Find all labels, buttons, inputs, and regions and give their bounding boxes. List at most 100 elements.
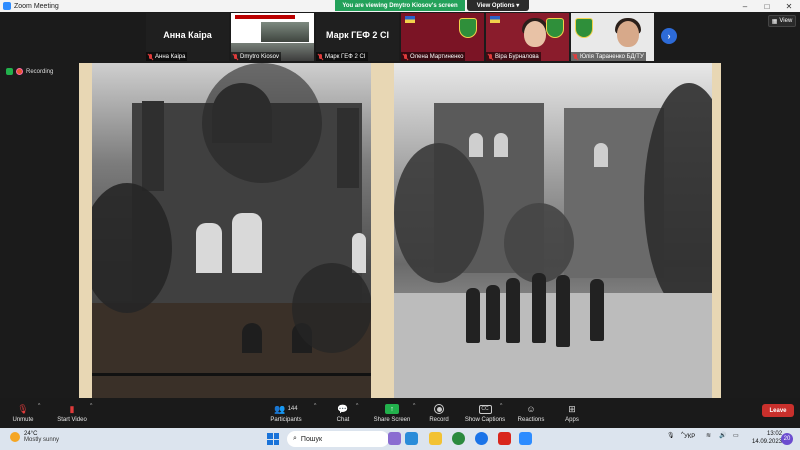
share-screen-button[interactable]: ↑ Share Screen [372, 398, 412, 428]
grid-icon: ▦ [771, 18, 778, 25]
apps-button[interactable]: ⊞ Apps [560, 398, 584, 428]
zoom-taskbar-icon[interactable] [519, 432, 532, 445]
reactions-button[interactable]: ☺ Reactions [514, 398, 548, 428]
recording-label: Recording [26, 68, 54, 75]
participant-label: Віра Бурналова [486, 52, 541, 61]
next-page-arrow-icon[interactable]: › [661, 28, 677, 44]
share-caret-icon[interactable]: ^ [413, 403, 415, 409]
taskbar-clock[interactable]: 13:02 14.09.2023 [752, 430, 782, 446]
apps-icon: ⊞ [568, 403, 576, 414]
participant-tile[interactable]: Dmytro Kiosov [231, 13, 314, 61]
shared-photo-soldiers-street [394, 63, 712, 398]
view-button[interactable]: ▦ View [768, 15, 796, 27]
unmute-button[interactable]: 🎙 Unmute [8, 398, 38, 428]
share-screen-icon: ↑ [385, 404, 399, 414]
recording-indicator[interactable]: Recording [6, 68, 53, 75]
window-title: Zoom Meeting [14, 2, 59, 10]
view-options-button[interactable]: View Options ▾ [467, 0, 529, 11]
participant-big-name: Марк ГЕФ 2 СІ [326, 30, 389, 40]
unmute-label: Unmute [12, 417, 34, 423]
weather-condition: Mostly sunny [24, 437, 60, 443]
participants-caret-icon[interactable]: ^ [314, 403, 316, 409]
participant-label: Анна Каіра [146, 52, 188, 61]
chrome-icon[interactable] [452, 432, 465, 445]
captions-caret-icon[interactable]: ^ [500, 403, 502, 409]
participant-label: Dmytro Kiosov [231, 52, 282, 61]
participant-tile[interactable]: Анна Каіра Анна Каіра [146, 13, 229, 61]
viewing-screen-banner: You are viewing Dmytro Kiosov's screen [335, 0, 465, 11]
participant-tile[interactable]: Олена Мартиненко [401, 13, 484, 61]
participant-strip: Анна Каіра Анна Каіра Dmytro Kiosov Марк… [146, 13, 656, 61]
emblem-icon [459, 18, 477, 38]
edge-icon[interactable] [405, 432, 418, 445]
time: 13:02 [767, 431, 783, 437]
mic-muted-icon [318, 53, 323, 60]
audio-options-caret-icon[interactable]: ^ [38, 403, 40, 409]
language-indicator[interactable]: УКР [684, 434, 695, 440]
microphone-muted-icon: 🎙 [17, 403, 29, 414]
captions-icon: CC [478, 404, 492, 414]
video-options-caret-icon[interactable]: ^ [90, 403, 92, 409]
person-face [617, 21, 639, 47]
search-icon: ⌕ [293, 435, 297, 442]
participant-label: Олена Мартиненко [401, 52, 466, 61]
emblem-icon [546, 18, 564, 38]
security-shield-icon [6, 68, 13, 75]
mic-muted-icon [573, 53, 578, 60]
participants-count: 144 [287, 406, 298, 412]
flag-icon [490, 16, 500, 23]
record-button[interactable]: Record [426, 398, 452, 428]
record-icon [434, 404, 444, 414]
shared-photo-church-ruins [92, 63, 371, 398]
windows-taskbar: 24°C Mostly sunny ⌕ Пошук 🎙 ^ УКР ≋ 🔊 ▭ … [0, 428, 800, 450]
sun-icon [10, 432, 20, 442]
battery-icon[interactable]: ▭ [733, 432, 739, 439]
app-icon[interactable] [388, 432, 401, 445]
file-explorer-icon[interactable] [429, 432, 442, 445]
participant-name: Юлія Тараненко БД/ТУ [580, 53, 644, 60]
view-button-label: View [779, 18, 793, 24]
video-thumbnail [231, 13, 314, 43]
show-captions-label: Show Captions [464, 417, 506, 423]
volume-icon[interactable]: 🔊 [719, 432, 726, 439]
notifications-badge[interactable]: 20 [781, 433, 793, 445]
zoom-meeting-window: Zoom Meeting – □ ✕ You are viewing Dmytr… [0, 0, 800, 450]
wifi-icon[interactable]: ≋ [706, 432, 711, 439]
taskbar-search[interactable]: ⌕ Пошук [287, 431, 389, 447]
chrome-alt-icon[interactable] [475, 432, 488, 445]
chat-button[interactable]: 💬 Chat [333, 398, 353, 428]
search-placeholder: Пошук [300, 435, 323, 443]
apps-label: Apps [565, 417, 579, 423]
maximize-icon[interactable]: □ [756, 0, 778, 12]
participant-name: Марк ГЕФ 2 СІ [325, 53, 366, 60]
chat-label: Chat [336, 417, 350, 423]
participant-tile[interactable]: Марк ГЕФ 2 СІ Марк ГЕФ 2 СІ [316, 13, 399, 61]
start-video-button[interactable]: ▮ Start Video [54, 398, 90, 428]
participants-button[interactable]: 👥 144 Participants [266, 398, 306, 428]
person-face [524, 21, 546, 47]
start-video-label: Start Video [57, 417, 87, 423]
mic-muted-icon [403, 53, 408, 60]
windows-start-icon[interactable] [267, 433, 279, 445]
minimize-icon[interactable]: – [734, 0, 756, 12]
participant-big-name: Анна Каіра [163, 30, 212, 40]
share-screen-label: Share Screen [373, 417, 411, 423]
reactions-icon: ☺ [526, 404, 536, 414]
participant-tile[interactable]: Віра Бурналова [486, 13, 569, 61]
flag-icon [405, 16, 415, 23]
participant-name: Віра Бурналова [495, 53, 539, 60]
mic-muted-icon [148, 53, 153, 60]
record-label: Record [429, 417, 449, 423]
participant-name: Олена Мартиненко [410, 53, 464, 60]
weather-widget[interactable]: 24°C Mostly sunny [10, 431, 59, 443]
close-icon[interactable]: ✕ [778, 0, 800, 12]
acrobat-icon[interactable] [498, 432, 511, 445]
leave-button[interactable]: Leave [762, 404, 794, 417]
participant-tile[interactable]: Юлія Тараненко БД/ТУ [571, 13, 654, 61]
chat-icon: 💬 [337, 403, 349, 414]
microphone-tray-icon[interactable]: 🎙 [667, 432, 675, 439]
zoom-logo-icon [3, 2, 11, 10]
reactions-label: Reactions [517, 417, 545, 423]
emblem-icon [575, 18, 593, 38]
chat-caret-icon[interactable]: ^ [356, 403, 358, 409]
